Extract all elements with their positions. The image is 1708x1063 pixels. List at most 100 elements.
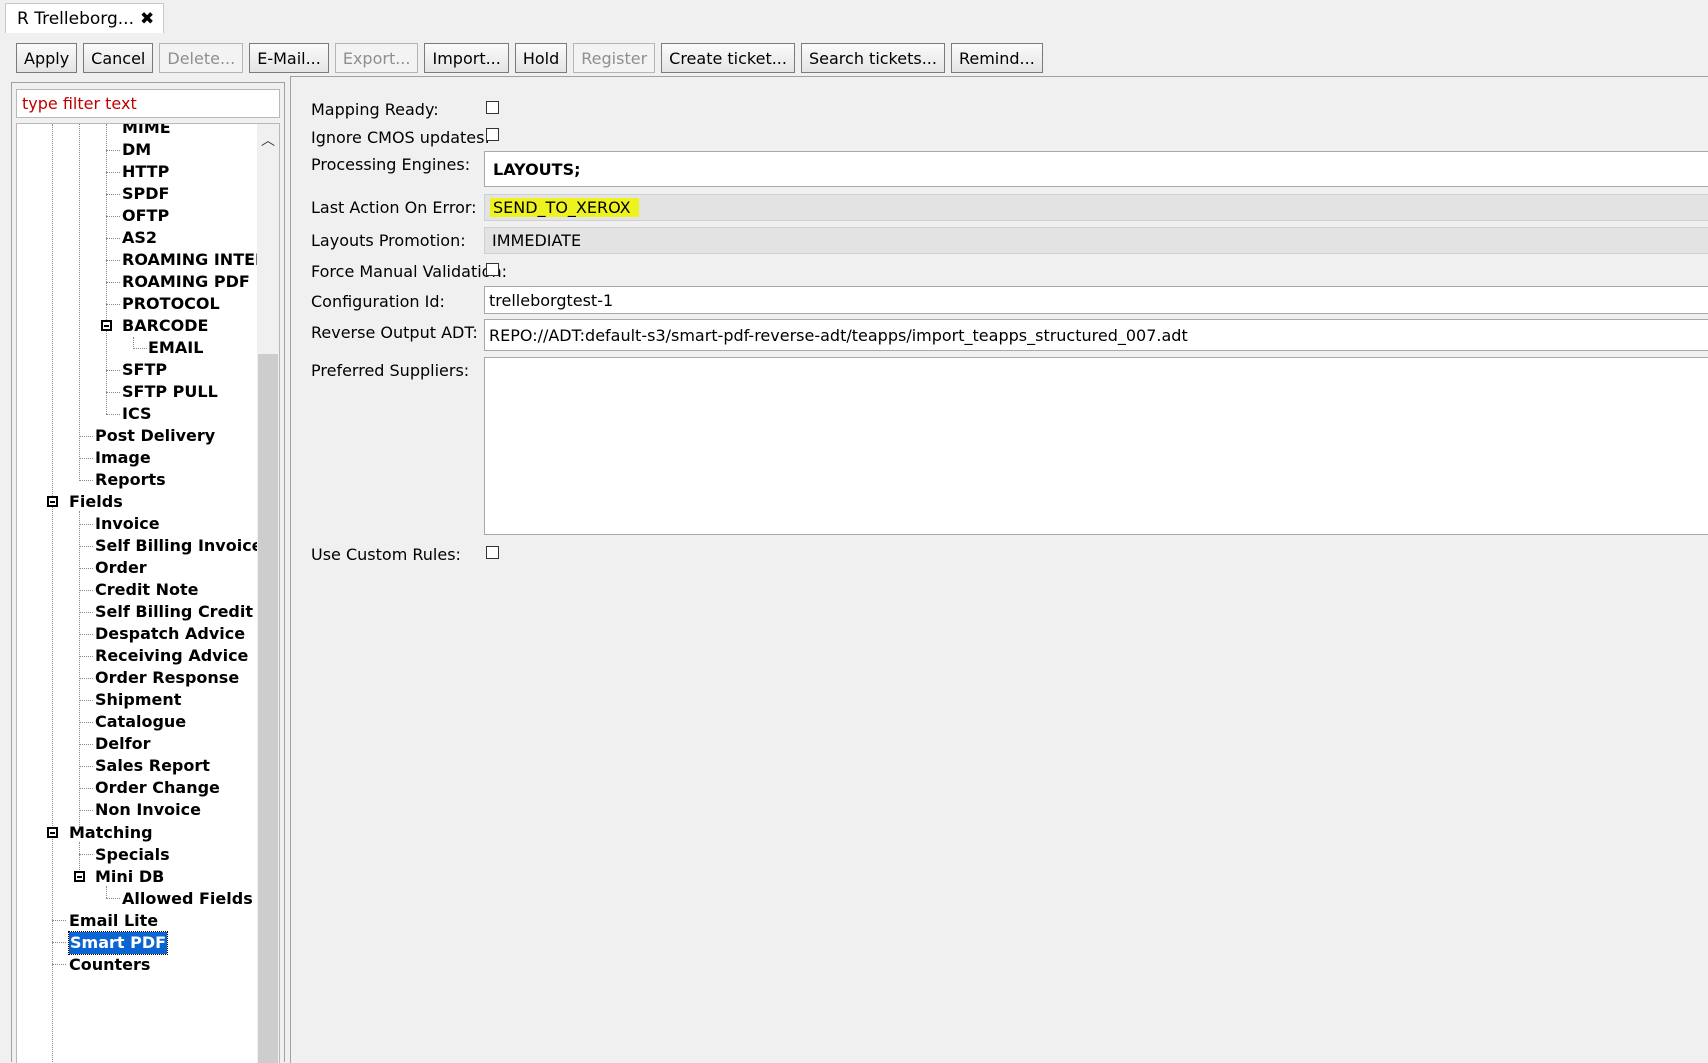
toolbar: Apply Cancel Delete... E-Mail... Export.… <box>16 43 1043 73</box>
tree-node-matching[interactable]: Matching <box>69 822 153 844</box>
layouts-promotion-field[interactable]: IMMEDIATE <box>484 227 1708 254</box>
tree-line <box>106 370 120 371</box>
tree-node-despatch-advice[interactable]: Despatch Advice <box>95 623 245 645</box>
tree-node-post-delivery[interactable]: Post Delivery <box>95 425 215 447</box>
tree-line <box>79 612 93 613</box>
delete-button[interactable]: Delete... <box>159 43 244 73</box>
last-action-field[interactable]: SEND_TO_XEROX <box>484 194 1708 221</box>
tree-node-sales-report[interactable]: Sales Report <box>95 755 210 777</box>
tree-line <box>52 124 53 1063</box>
tree-line <box>106 194 120 195</box>
close-icon[interactable]: ✖ <box>140 9 154 29</box>
tree-node-spdf[interactable]: SPDF <box>122 183 169 205</box>
tree-node-counters[interactable]: Counters <box>69 954 150 976</box>
tree-node-oftp[interactable]: OFTP <box>122 205 169 227</box>
navigation-panel: MIME DM HTTP SPDF OFTP AS2 ROAMING INTER… <box>11 82 285 1063</box>
tree-line <box>52 920 66 921</box>
tree-line <box>106 898 120 899</box>
mapping-ready-checkbox[interactable] <box>486 101 499 114</box>
tree-node-invoice[interactable]: Invoice <box>95 513 160 535</box>
import-button[interactable]: Import... <box>424 43 509 73</box>
tree-node-catalogue[interactable]: Catalogue <box>95 711 186 733</box>
processing-engines-field[interactable]: LAYOUTS; <box>484 151 1708 187</box>
tree-node-delfor[interactable]: Delfor <box>95 733 150 755</box>
preferred-suppliers-textarea[interactable] <box>484 357 1708 535</box>
tree-node-email[interactable]: EMAIL <box>148 337 203 359</box>
use-custom-rules-label: Use Custom Rules: <box>311 545 461 564</box>
tree-node-email-lite[interactable]: Email Lite <box>69 910 158 932</box>
tree-node-sftp-pull[interactable]: SFTP PULL <box>122 381 218 403</box>
last-action-label: Last Action On Error: <box>311 198 477 217</box>
ignore-cmos-label: Ignore CMOS updates: <box>311 128 490 147</box>
tree-node-roaming-pdf[interactable]: ROAMING PDF <box>122 271 250 293</box>
filter-input[interactable] <box>16 89 280 118</box>
editor-tab[interactable]: R Trelleborg... ✖ <box>5 3 165 33</box>
collapse-icon[interactable] <box>47 496 58 507</box>
tree-line <box>52 964 66 965</box>
preferred-suppliers-label: Preferred Suppliers: <box>311 361 470 380</box>
tree-line <box>79 810 93 811</box>
tree-node-smart-pdf[interactable]: Smart PDF <box>67 931 169 955</box>
collapse-icon[interactable] <box>74 871 85 882</box>
tree-node-self-billing-invoice[interactable]: Self Billing Invoice <box>95 535 263 557</box>
tree-node-reports[interactable]: Reports <box>95 469 166 491</box>
tree-node-receiving-advice[interactable]: Receiving Advice <box>95 645 248 667</box>
tree-node-order-response[interactable]: Order Response <box>95 667 239 689</box>
chevron-up-icon[interactable]: ︿ <box>261 130 275 150</box>
use-custom-rules-checkbox[interactable] <box>486 546 499 559</box>
reverse-output-label: Reverse Output ADT: <box>311 323 478 342</box>
tree-node-fields[interactable]: Fields <box>69 491 123 513</box>
mapping-ready-label: Mapping Ready: <box>311 100 439 119</box>
tab-title: R Trelleborg... <box>17 8 134 29</box>
tree-node-as2[interactable]: AS2 <box>122 227 157 249</box>
tree-scrollbar[interactable]: ︿ <box>257 124 279 1063</box>
tree-line <box>79 854 93 855</box>
remind-button[interactable]: Remind... <box>950 43 1043 73</box>
tree-line <box>79 480 93 481</box>
export-button[interactable]: Export... <box>334 43 419 73</box>
tree-line <box>79 458 93 459</box>
email-button[interactable]: E-Mail... <box>249 43 329 73</box>
layouts-promotion-label: Layouts Promotion: <box>311 231 466 250</box>
tree-node-protocol[interactable]: PROTOCOL <box>122 293 220 315</box>
cancel-button[interactable]: Cancel <box>83 43 154 73</box>
tree-node-order[interactable]: Order <box>95 557 147 579</box>
tree-line <box>79 678 93 679</box>
collapse-icon[interactable] <box>101 320 112 331</box>
tree-node-order-change[interactable]: Order Change <box>95 777 220 799</box>
tree-line <box>79 788 93 789</box>
tree-node-dm[interactable]: DM <box>122 139 151 161</box>
create-ticket-button[interactable]: Create ticket... <box>661 43 795 73</box>
tree-node-roaming-inter[interactable]: ROAMING INTERI <box>122 249 273 271</box>
tree-node-credit-note[interactable]: Credit Note <box>95 579 199 601</box>
tree-node-ics[interactable]: ICS <box>122 403 152 425</box>
hold-button[interactable]: Hold <box>514 43 568 73</box>
tree-line <box>79 546 93 547</box>
tree-node-allowed-fields[interactable]: Allowed Fields <box>122 888 253 910</box>
tree-node-barcode[interactable]: BARCODE <box>122 315 208 337</box>
tree-node-sftp[interactable]: SFTP <box>122 359 167 381</box>
ignore-cmos-checkbox[interactable] <box>486 128 499 141</box>
tree-node-mini-db[interactable]: Mini DB <box>95 866 164 888</box>
tree-node-shipment[interactable]: Shipment <box>95 689 181 711</box>
configuration-id-field[interactable]: trelleborgtest-1 <box>484 286 1708 314</box>
tree-node-self-billing-credit[interactable]: Self Billing Credit No <box>95 601 279 623</box>
register-button[interactable]: Register <box>573 43 656 73</box>
tree-node-specials[interactable]: Specials <box>95 844 170 866</box>
collapse-icon[interactable] <box>47 827 58 838</box>
tree-line <box>79 766 93 767</box>
editor-tab-strip: R Trelleborg... ✖ <box>0 0 1708 34</box>
tree-node-non-invoice[interactable]: Non Invoice <box>95 799 201 821</box>
configuration-id-label: Configuration Id: <box>311 292 445 311</box>
config-tree: MIME DM HTTP SPDF OFTP AS2 ROAMING INTER… <box>16 123 280 1063</box>
tree-node-image[interactable]: Image <box>95 447 151 469</box>
scrollbar-thumb[interactable] <box>258 354 278 1063</box>
reverse-output-field[interactable]: REPO://ADT:default-s3/smart-pdf-reverse-… <box>484 319 1708 351</box>
tree-node-http[interactable]: HTTP <box>122 161 169 183</box>
search-tickets-button[interactable]: Search tickets... <box>800 43 945 73</box>
tree-node-mime[interactable]: MIME <box>122 124 171 139</box>
tree-line <box>79 124 80 481</box>
force-manual-checkbox[interactable] <box>486 263 499 276</box>
tree-line <box>79 524 93 525</box>
apply-button[interactable]: Apply <box>16 43 78 73</box>
